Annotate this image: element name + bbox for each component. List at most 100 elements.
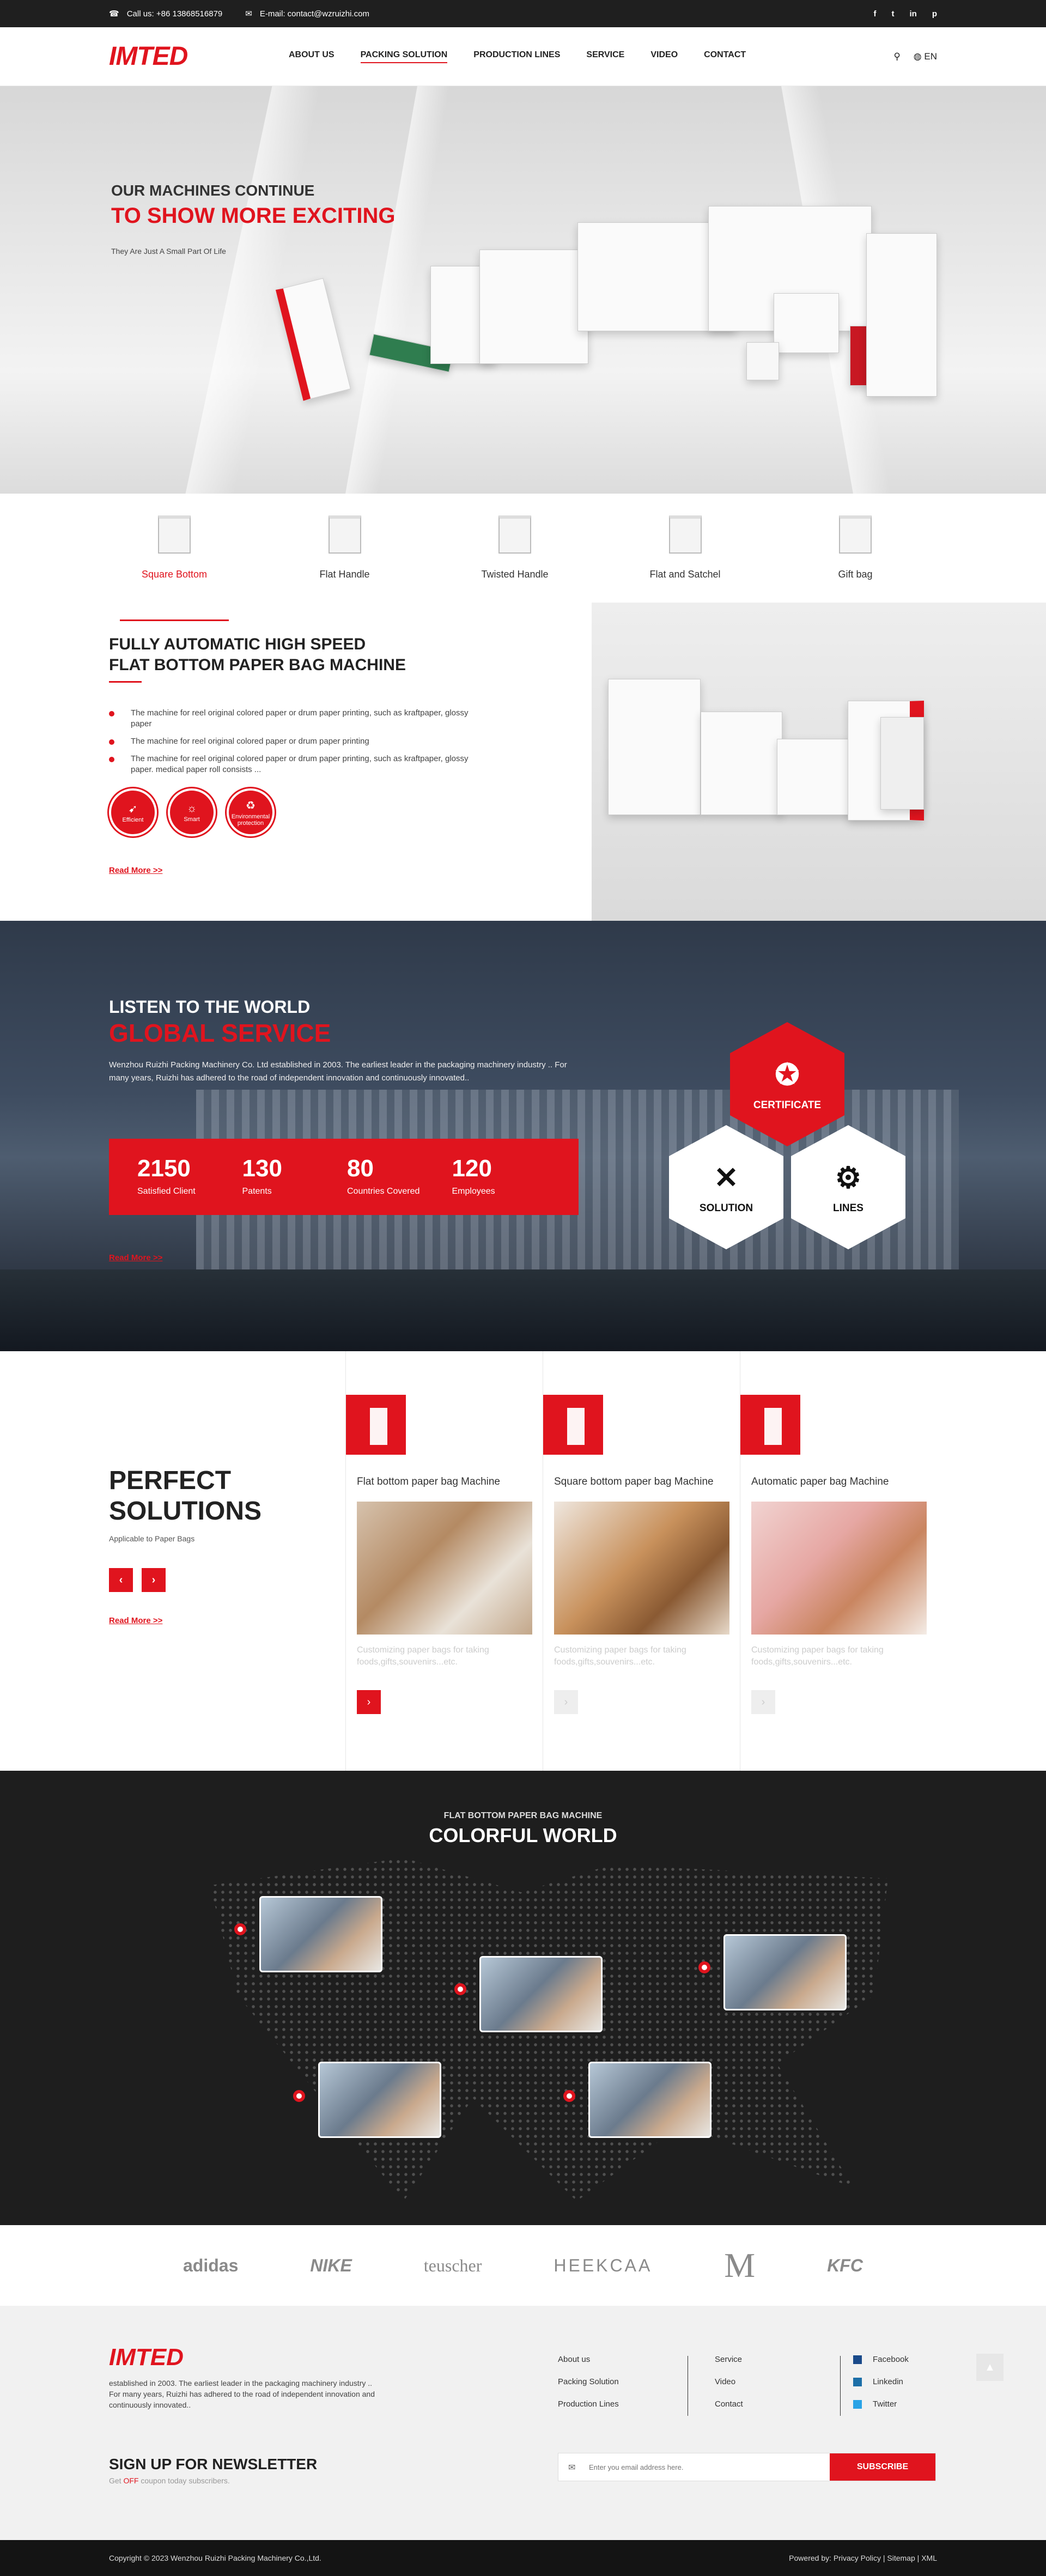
map-pin[interactable]	[698, 1961, 710, 1973]
global-line-2: GLOBAL SERVICE	[109, 1019, 331, 1047]
twitter-icon[interactable]: t	[891, 9, 894, 19]
footer-link-about-us[interactable]: About us	[558, 2355, 619, 2364]
award-icon: ✪	[775, 1058, 800, 1091]
badge-label: Smart	[184, 816, 200, 823]
global-description: Wenzhou Ruizhi Packing Machinery Co. Ltd…	[109, 1060, 567, 1083]
stat-countries-covered: 80 Countries Covered	[347, 1155, 452, 1215]
machine-part	[774, 293, 839, 353]
solutions-subtitle: Applicable to Paper Bags	[109, 1534, 195, 1543]
footer-link-twitter[interactable]: Twitter	[853, 2399, 909, 2409]
exhibition-photo[interactable]	[318, 2062, 441, 2138]
language-selector[interactable]: ◍ EN	[914, 51, 937, 62]
solutions-read-more-link[interactable]: Read More >>	[109, 1616, 162, 1625]
solution-description: Customizing paper bags for taking foods,…	[357, 1645, 489, 1667]
exhibition-photo[interactable]	[723, 1934, 847, 2010]
teuscher-logo: teuscher	[423, 2255, 482, 2275]
newsletter-email-input[interactable]	[558, 2453, 830, 2481]
solution-image	[357, 1502, 532, 1635]
map-pin[interactable]	[293, 2090, 305, 2102]
stat-label: Satisfied Client	[137, 1187, 196, 1196]
colorful-world: FLAT BOTTOM PAPER BAG MACHINE COLORFUL W…	[0, 1771, 1046, 2225]
solution-go-button[interactable]: ›	[751, 1690, 775, 1714]
footer-link-linkedin[interactable]: Linkedin	[853, 2377, 909, 2387]
newsletter-sub-post: coupon today subscribers.	[138, 2476, 230, 2485]
square-bottom-bag-icon	[158, 515, 191, 554]
nav-service[interactable]: SERVICE	[586, 50, 624, 63]
footer-divider	[840, 2356, 841, 2416]
nav-about-us[interactable]: ABOUT US	[289, 50, 335, 63]
feature-machine-image	[592, 603, 1046, 921]
nav-video[interactable]: VIDEO	[650, 50, 678, 63]
tab-flat-and-satchel[interactable]: Flat and Satchel	[636, 515, 734, 603]
solutions-intro: PERFECT SOLUTIONS Applicable to Paper Ba…	[109, 1351, 345, 1771]
map-pin[interactable]	[563, 2090, 575, 2102]
world-line-1: FLAT BOTTOM PAPER BAG MACHINE	[443, 1811, 603, 1820]
nav-production-lines[interactable]: PRODUCTION LINES	[473, 50, 560, 63]
mcdonalds-logo: M	[724, 2246, 756, 2285]
feature-read-more-link[interactable]: Read More >>	[109, 866, 162, 875]
solution-card[interactable]: Flat bottom paper bag Machine Customizin…	[345, 1351, 543, 1771]
exhibition-photo[interactable]	[588, 2062, 711, 2138]
search-icon[interactable]: ⚲	[893, 51, 900, 62]
newsletter-title: SIGN UP FOR NEWSLETTER	[109, 2456, 318, 2472]
footer-policy-links[interactable]: Powered by: Privacy Policy | Sitemap | X…	[789, 2554, 937, 2562]
footer-link-contact[interactable]: Contact	[715, 2399, 743, 2409]
phone-contact[interactable]: ☎ Call us: +86 13868516879	[109, 9, 222, 19]
footer-link-packing-solution[interactable]: Packing Solution	[558, 2377, 619, 2386]
list-item: The machine for reel original colored pa…	[109, 736, 490, 747]
paper-bag	[746, 342, 779, 380]
nav-packing-solution[interactable]: PACKING SOLUTION	[360, 50, 448, 63]
email-contact[interactable]: ✉ E-mail: contact@wzruizhi.com	[245, 9, 369, 19]
efficient-badge: ➹ Efficient	[109, 788, 157, 836]
kfc-logo: KFC	[827, 2255, 863, 2275]
exhibition-photo[interactable]	[259, 1896, 382, 1972]
globe-icon: ◍	[913, 51, 922, 62]
tab-flat-handle[interactable]: Flat Handle	[296, 515, 394, 603]
machine-part	[866, 233, 937, 397]
solution-go-button[interactable]: ›	[357, 1690, 381, 1714]
social-label: Linkedin	[873, 2377, 903, 2387]
linkedin-icon[interactable]: in	[909, 9, 916, 19]
header: IMTED ABOUT US PACKING SOLUTION PRODUCTI…	[0, 27, 1046, 86]
hero-text: OUR MACHINES CONTINUE TO SHOW MORE EXCIT…	[111, 182, 396, 256]
back-to-top-button[interactable]: ▲	[976, 2354, 1004, 2381]
pinterest-icon[interactable]: p	[932, 9, 937, 19]
footer-logo[interactable]: IMTED	[109, 2344, 937, 2371]
footer-social-links: Facebook Linkedin Twitter	[853, 2355, 909, 2422]
list-item: The machine for reel original colored pa…	[109, 708, 490, 730]
global-read-more-link[interactable]: Read More >>	[109, 1253, 162, 1262]
facebook-icon[interactable]: f	[873, 9, 876, 19]
footer-link-production-lines[interactable]: Production Lines	[558, 2399, 619, 2409]
footer-link-video[interactable]: Video	[715, 2377, 743, 2386]
machine-part	[608, 679, 701, 815]
newsletter-sub-off: OFF	[123, 2476, 139, 2485]
solution-go-button[interactable]: ›	[554, 1690, 578, 1714]
feature-badges: ➹ Efficient ☼ Smart ♻ Environmental protect…	[109, 788, 592, 836]
subscribe-button[interactable]: SUBSCRIBE	[830, 2453, 935, 2481]
brand-logos: adidas NIKE teuscher HEEKCAA M KFC	[0, 2225, 1046, 2306]
nike-logo: NIKE	[310, 2255, 352, 2275]
machine-part	[479, 250, 588, 364]
footer-link-service[interactable]: Service	[715, 2355, 743, 2364]
nav-contact[interactable]: CONTACT	[704, 50, 746, 63]
mail-icon: ✉	[568, 2463, 576, 2472]
recycle-icon: ♻	[246, 799, 256, 812]
prev-arrow-button[interactable]: ‹	[109, 1568, 133, 1592]
solution-card[interactable]: Automatic paper bag Machine Customizing …	[740, 1351, 937, 1771]
tab-gift-bag[interactable]: Gift bag	[806, 515, 904, 603]
logo[interactable]: IMTED	[109, 41, 289, 71]
next-arrow-button[interactable]: ›	[142, 1568, 166, 1592]
solution-card[interactable]: Square bottom paper bag Machine Customiz…	[543, 1351, 740, 1771]
facebook-icon	[853, 2355, 862, 2365]
tab-square-bottom[interactable]: Square Bottom	[120, 515, 229, 621]
map-pin[interactable]	[234, 1923, 246, 1935]
exhibition-photo[interactable]	[479, 1956, 603, 2032]
phone-icon: ☎	[109, 9, 119, 19]
map-pin[interactable]	[454, 1983, 466, 1995]
solution-cards: Flat bottom paper bag Machine Customizin…	[345, 1351, 937, 1771]
bag-machine-icon	[346, 1395, 406, 1455]
product-feature: FULLY AUTOMATIC HIGH SPEED FLAT BOTTOM PA…	[0, 603, 1046, 921]
footer-link-facebook[interactable]: Facebook	[853, 2355, 909, 2365]
stat-label: Employees	[452, 1187, 495, 1196]
tab-twisted-handle[interactable]: Twisted Handle	[466, 515, 564, 603]
